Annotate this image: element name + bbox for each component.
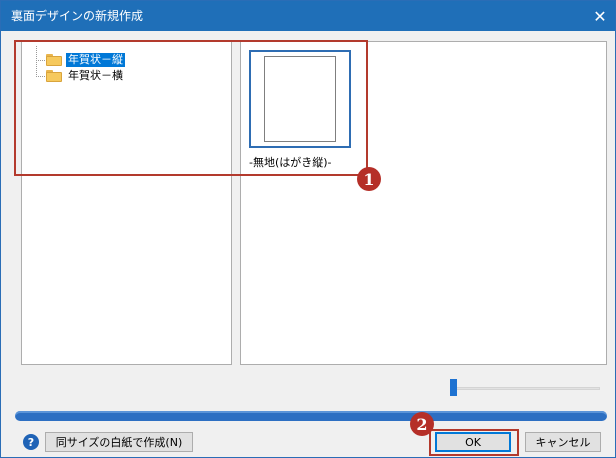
create-blank-same-size-button[interactable]: 同サイズの白紙で作成(N) xyxy=(45,432,193,452)
title-bar: 裏面デザインの新規作成 ✕ xyxy=(1,1,615,31)
cancel-button[interactable]: キャンセル xyxy=(525,432,601,452)
ok-button[interactable]: OK xyxy=(435,432,511,452)
postcard-page-preview xyxy=(264,56,336,142)
step-1-badge: 1 xyxy=(357,167,381,191)
dialog-footer: ? 同サイズの白紙で作成(N) OK キャンセル xyxy=(1,429,615,457)
window-title: 裏面デザインの新規作成 xyxy=(11,9,144,23)
close-icon[interactable]: ✕ xyxy=(585,1,615,31)
category-tree: 年賀状－縦 年賀状－横 xyxy=(34,46,125,84)
tree-item-label: 年賀状－縦 xyxy=(66,53,125,67)
category-tree-pane[interactable]: 年賀状－縦 年賀状－横 xyxy=(21,41,232,365)
design-thumbnail-plain-vertical[interactable] xyxy=(249,50,351,148)
folder-icon xyxy=(46,54,62,66)
tree-item-nenga-yoko[interactable]: 年賀状－横 xyxy=(34,60,125,84)
zoom-slider-track[interactable] xyxy=(455,387,600,390)
design-thumbnail-label: -無地(はがき縦)- xyxy=(249,156,332,169)
new-back-design-dialog: 裏面デザインの新規作成 ✕ 年賀状－縦 年賀状－横 -無地(はがき縦)- ? 同… xyxy=(0,0,616,458)
dialog-body: 年賀状－縦 年賀状－横 -無地(はがき縦)- ? 同サイズの白紙で作成(N) O… xyxy=(1,31,615,457)
progress-bar xyxy=(15,411,607,421)
tree-item-nenga-tate[interactable]: 年賀状－縦 xyxy=(34,46,125,68)
tree-item-label: 年賀状－横 xyxy=(68,69,123,82)
help-icon[interactable]: ? xyxy=(23,434,39,450)
folder-icon xyxy=(46,70,62,82)
design-preview-pane: -無地(はがき縦)- xyxy=(240,41,607,365)
step-2-badge: 2 xyxy=(410,412,434,436)
zoom-slider-thumb[interactable] xyxy=(450,379,457,396)
